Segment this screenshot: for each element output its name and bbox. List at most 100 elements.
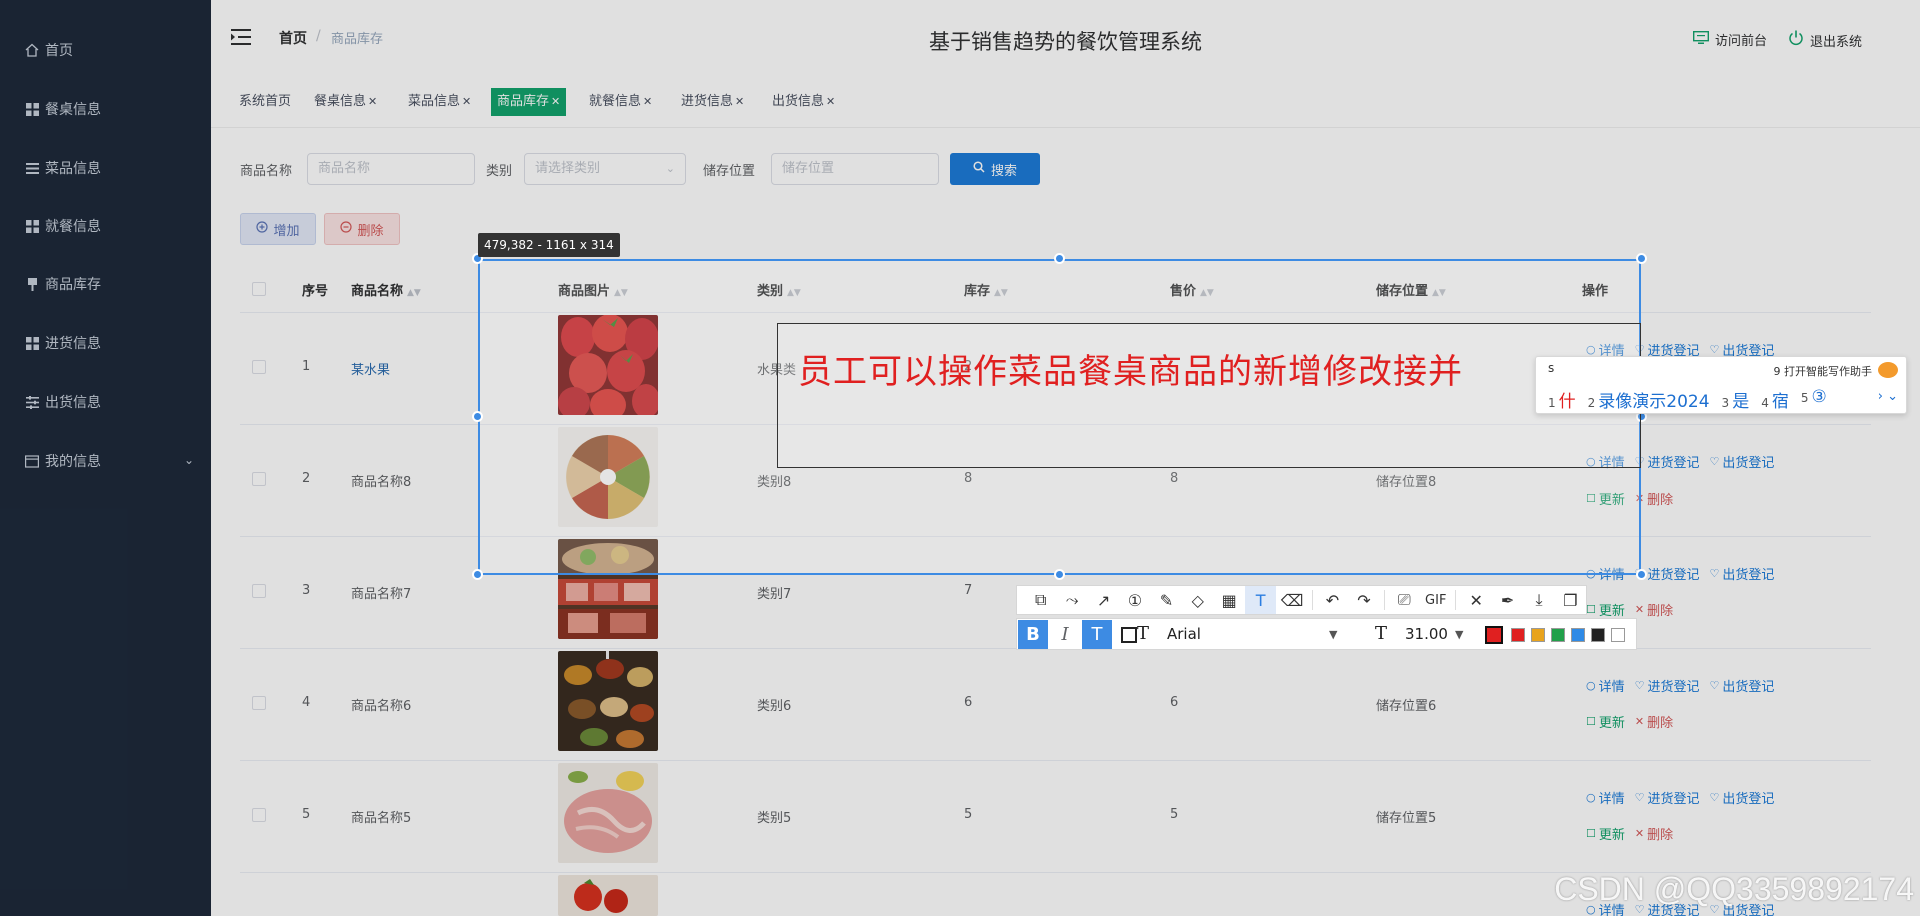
resize-handle[interactable] [472,569,483,580]
annotation-text-box[interactable]: 员工可以操作菜品餐桌商品的新增修改接并 [777,323,1641,468]
sidebar-item-tables[interactable]: 餐桌信息 [24,97,194,121]
color-swatch[interactable] [1571,628,1585,642]
detail-button[interactable]: ○ 详情 [1586,676,1625,695]
stock-out-button[interactable]: ♡ 出货登记 [1710,564,1775,583]
ime-assistant-hint[interactable]: 9 打开智能写作助手 [1774,363,1873,379]
chevron-down-icon[interactable]: ⌄ [184,453,194,467]
add-button[interactable]: 增加 [240,213,316,245]
color-swatch[interactable] [1511,628,1525,642]
visit-front-button[interactable]: 访问前台 [1692,30,1767,49]
stock-out-button[interactable]: ♡ 出货登记 [1710,788,1775,807]
stock-in-button[interactable]: ♡进货登记 [1635,676,1700,695]
close-icon[interactable]: ✕ [643,95,652,108]
detail-button[interactable]: ○ 详情 [1586,788,1625,807]
chevron-down-icon[interactable]: ▼ [1329,628,1337,641]
tab-inventory[interactable]: 商品库存 ✕ [491,88,567,116]
remove-button[interactable]: ✕ 删除 [1635,824,1673,843]
sidebar-item-stock-in[interactable]: 进货信息 [24,331,194,355]
page-title: 基于销售趋势的餐饮管理系统 [929,30,1202,54]
row-checkbox[interactable] [252,360,266,374]
color-swatch[interactable] [1611,628,1625,642]
close-icon[interactable]: ✕ [1460,586,1491,614]
bold-icon[interactable]: B [1018,620,1048,649]
tab-stock-in[interactable]: 进货信息 ✕ [675,88,750,116]
resize-handle[interactable] [472,411,483,422]
delete-button[interactable]: 删除 [324,213,400,245]
close-icon[interactable]: ✕ [368,95,377,108]
stock-in-button[interactable]: ♡进货登记 [1635,788,1700,807]
resize-handle[interactable] [1054,253,1065,264]
number-marker-icon[interactable]: ① [1119,586,1150,614]
color-swatch[interactable] [1531,628,1545,642]
column-header-name[interactable]: 商品名称 ▲▼ [351,280,421,299]
undo-icon[interactable]: ↶ [1317,586,1348,614]
color-swatch[interactable] [1591,628,1605,642]
tab-dishes[interactable]: 菜品信息 ✕ [402,88,477,116]
sidebar-item-profile[interactable]: 我的信息 ⌄ [24,449,194,473]
row-location: 储存位置5 [1376,811,1437,826]
close-icon[interactable]: ✕ [462,95,471,108]
sidebar-item-dishes[interactable]: 菜品信息 [24,156,194,180]
screen-record-icon[interactable]: ⎚ [1389,586,1420,614]
eraser-icon[interactable]: ⌫ [1276,586,1307,614]
remove-button[interactable]: ✕ 删除 [1635,712,1673,731]
ime-candidate[interactable]: 3是 [1722,387,1750,412]
stock-in-button[interactable]: ♡进货登记 [1635,452,1700,471]
color-swatch-selected[interactable] [1485,626,1503,644]
sidebar-item-inventory[interactable]: 商品库存 [24,272,194,296]
italic-icon[interactable]: I [1050,620,1080,649]
resize-handle[interactable] [1636,569,1647,580]
update-button[interactable]: ☐ 更新 [1586,712,1625,731]
update-button[interactable]: ☐ 更新 [1586,824,1625,843]
sidebar-item-stock-out[interactable]: 出货信息 [24,390,194,414]
stock-out-button[interactable]: ♡ 出货登记 [1710,676,1775,695]
copy-icon[interactable]: ❐ [1555,586,1586,614]
logout-button[interactable]: 退出系统 [1788,30,1862,50]
sidebar-item-dining[interactable]: 就餐信息 [24,214,194,238]
font-size-select[interactable]: 31.00 [1405,625,1448,643]
row-checkbox[interactable] [252,696,266,710]
mosaic-icon[interactable]: ▦ [1214,586,1245,614]
row-checkbox[interactable] [252,808,266,822]
tab-tables[interactable]: 餐桌信息 ✕ [308,88,383,116]
tab-dining[interactable]: 就餐信息 ✕ [583,88,658,116]
pen-icon[interactable]: ✎ [1151,586,1182,614]
category-select[interactable]: 请选择类别 ⌄ [524,153,686,185]
redo-icon[interactable]: ↷ [1348,586,1379,614]
tab-system-home[interactable]: 系统首页 [233,88,297,116]
download-icon[interactable]: ⤓ [1523,586,1554,614]
sidebar-item-home[interactable]: 首页 [24,38,194,62]
stock-out-button[interactable]: ♡ 出货登记 [1710,452,1775,471]
tab-stock-out[interactable]: 出货信息 ✕ [766,88,841,116]
text-background-icon[interactable]: T [1082,620,1112,649]
highlighter-icon[interactable]: ◇ [1182,586,1213,614]
gif-button[interactable]: GIF [1420,586,1451,614]
name-search-input[interactable]: 商品名称 [307,153,475,185]
remove-button[interactable]: ✕ 删除 [1635,600,1673,619]
ime-page-nav[interactable]: › ⌄ [1878,389,1898,404]
update-button[interactable]: ☐ 更新 [1586,600,1625,619]
text-tool-icon[interactable]: T [1244,586,1277,614]
close-icon[interactable]: ✕ [826,95,835,108]
chevron-down-icon[interactable]: ▼ [1455,628,1463,641]
ime-candidate[interactable]: 5③ [1801,387,1827,412]
resize-handle[interactable] [1054,569,1065,580]
row-name[interactable]: 某水果 [351,359,390,378]
resize-handle[interactable] [1636,253,1647,264]
ime-candidate[interactable]: 1什 [1548,387,1576,412]
arrow-icon[interactable]: ↗ [1088,586,1119,614]
location-search-input[interactable]: 储存位置 [771,153,939,185]
pin-icon[interactable]: ✒ [1492,586,1523,614]
select-all-checkbox[interactable] [252,282,266,296]
ime-candidate[interactable]: 4宿 [1761,387,1789,412]
color-swatch[interactable] [1551,628,1565,642]
search-button[interactable]: 搜索 [950,153,1040,185]
close-icon[interactable]: ✕ [551,95,560,108]
font-family-select[interactable]: Arial [1167,625,1201,643]
polyline-icon[interactable]: ⤳ [1056,586,1087,614]
close-icon[interactable]: ✕ [735,95,744,108]
ime-candidate[interactable]: 2 录像演示2024 [1588,387,1710,412]
row-checkbox[interactable] [252,472,266,486]
shapes-icon[interactable]: ⧉ [1025,586,1056,614]
row-checkbox[interactable] [252,584,266,598]
